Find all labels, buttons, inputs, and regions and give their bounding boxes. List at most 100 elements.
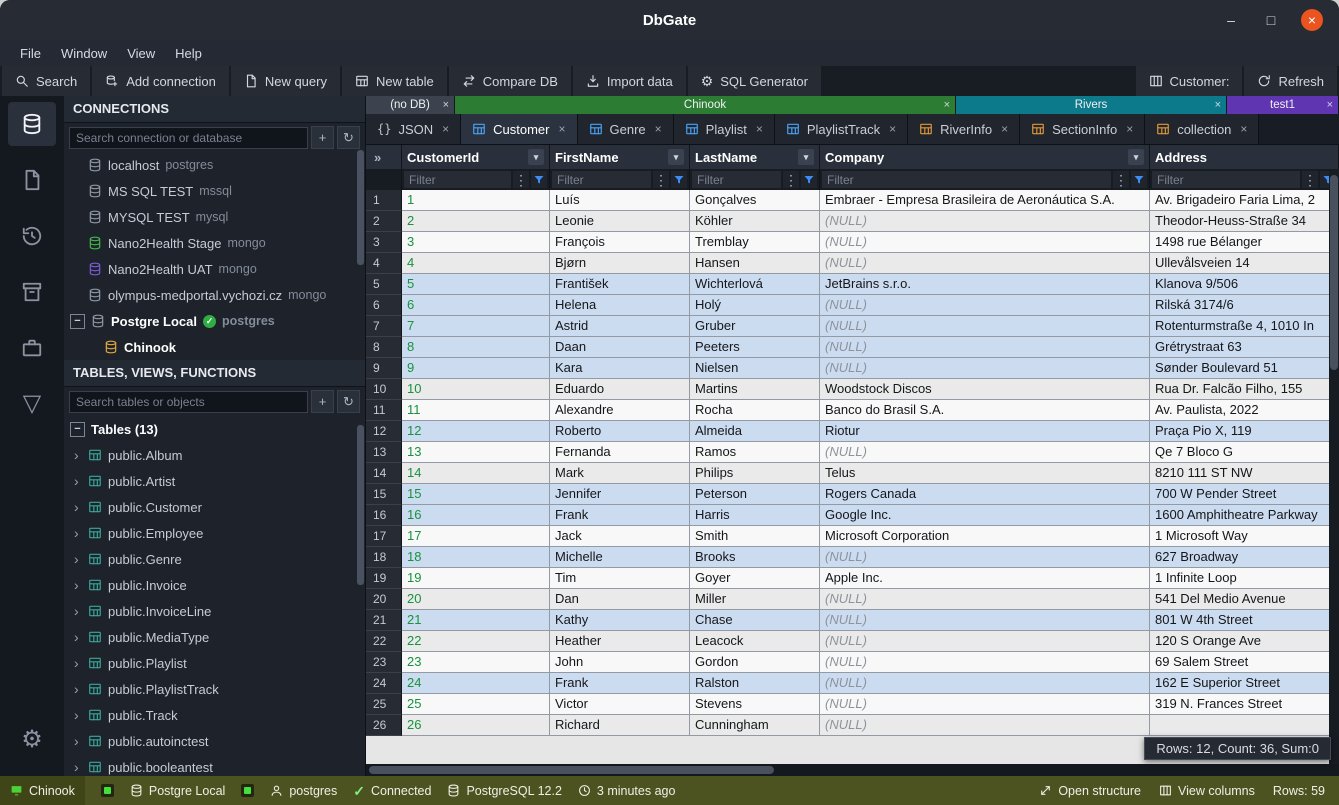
cell-company[interactable]: (NULL) [820, 358, 1150, 379]
row-number[interactable]: 21 [366, 610, 402, 631]
status-postgre-local[interactable]: Postgre Local [130, 784, 225, 798]
row-number[interactable]: 8 [366, 337, 402, 358]
cell-address[interactable]: Theodor-Heuss-Straße 34 [1150, 211, 1339, 232]
connection-item[interactable]: localhostpostgres [64, 152, 365, 178]
cell-customerid[interactable]: 6 [402, 295, 550, 316]
cell-customerid[interactable]: 15 [402, 484, 550, 505]
row-number[interactable]: 2 [366, 211, 402, 232]
cell-customerid[interactable]: 26 [402, 715, 550, 736]
expand-chevron-icon[interactable]: › [74, 733, 82, 749]
new-query-button[interactable]: New query [231, 66, 340, 96]
cell-customerid[interactable]: 10 [402, 379, 550, 400]
cell-address[interactable]: Praça Pio X, 119 [1150, 421, 1339, 442]
status-postgres[interactable]: postgres [270, 784, 337, 798]
connection-item[interactable]: Chinook [64, 334, 365, 360]
filter-input-firstname[interactable] [552, 171, 651, 188]
column-header-lastname[interactable]: LastName▾ [690, 145, 820, 169]
row-number[interactable]: 4 [366, 253, 402, 274]
row-number[interactable]: 23 [366, 652, 402, 673]
close-tab-icon[interactable]: × [655, 122, 662, 136]
column-header-firstname[interactable]: FirstName▾ [550, 145, 690, 169]
cell-address[interactable]: 162 E Superior Street [1150, 673, 1339, 694]
cell-firstname[interactable]: Fernanda [550, 442, 690, 463]
row-number[interactable]: 12 [366, 421, 402, 442]
cell-firstname[interactable]: Michelle [550, 547, 690, 568]
cell-firstname[interactable]: Eduardo [550, 379, 690, 400]
cell-customerid[interactable]: 20 [402, 589, 550, 610]
cell-company[interactable]: Banco do Brasil S.A. [820, 400, 1150, 421]
table-item[interactable]: ›public.PlaylistTrack [64, 676, 365, 702]
cell-address[interactable]: Av. Brigadeiro Faria Lima, 2 [1150, 190, 1339, 211]
table-item[interactable]: ›public.Invoice [64, 572, 365, 598]
cell-company[interactable]: Telus [820, 463, 1150, 484]
cell-lastname[interactable]: Almeida [690, 421, 820, 442]
import-data-button[interactable]: Import data [573, 66, 686, 96]
close-tab-icon[interactable]: × [1001, 122, 1008, 136]
cell-address[interactable]: 120 S Orange Ave [1150, 631, 1339, 652]
db-tab-rivers[interactable]: Rivers× [956, 96, 1227, 114]
cell-firstname[interactable]: Kara [550, 358, 690, 379]
expand-chevron-icon[interactable]: › [74, 707, 82, 723]
status-view-columns[interactable]: View columns [1159, 784, 1255, 798]
cell-address[interactable]: 69 Salem Street [1150, 652, 1339, 673]
cell-lastname[interactable]: Smith [690, 526, 820, 547]
cell-firstname[interactable]: Jack [550, 526, 690, 547]
cell-lastname[interactable]: Peterson [690, 484, 820, 505]
expand-chevron-icon[interactable]: › [74, 499, 82, 515]
status-rows-59[interactable]: Rows: 59 [1273, 784, 1325, 798]
row-number[interactable]: 1 [366, 190, 402, 211]
filter-funnel-icon[interactable] [531, 171, 547, 188]
row-number[interactable]: 24 [366, 673, 402, 694]
cell-customerid[interactable]: 11 [402, 400, 550, 421]
tab-json[interactable]: {}JSON× [366, 114, 461, 144]
cell-customerid[interactable]: 16 [402, 505, 550, 526]
expand-all-icon[interactable]: » [366, 145, 402, 169]
cell-address[interactable]: 8210 111 ST NW [1150, 463, 1339, 484]
table-item[interactable]: ›public.MediaType [64, 624, 365, 650]
close-tab-icon[interactable]: × [944, 99, 950, 111]
close-tab-icon[interactable]: × [1327, 99, 1333, 111]
tab-genre[interactable]: Genre× [578, 114, 674, 144]
row-number[interactable]: 14 [366, 463, 402, 484]
cell-address[interactable]: Av. Paulista, 2022 [1150, 400, 1339, 421]
cell-firstname[interactable]: Leonie [550, 211, 690, 232]
filter-input-company[interactable] [822, 171, 1111, 188]
menu-window[interactable]: Window [51, 40, 117, 66]
search-button[interactable]: Search [2, 66, 90, 96]
titlebar[interactable]: DbGate – □ × [0, 0, 1339, 40]
cell-address[interactable]: Klanova 9/506 [1150, 274, 1339, 295]
cell-lastname[interactable]: Brooks [690, 547, 820, 568]
cell-address[interactable]: 1600 Amphitheatre Parkway [1150, 505, 1339, 526]
table-item[interactable]: ›public.Track [64, 702, 365, 728]
column-header-customerid[interactable]: CustomerId▾ [402, 145, 550, 169]
cell-firstname[interactable]: Roberto [550, 421, 690, 442]
expand-chevron-icon[interactable]: › [74, 655, 82, 671]
row-number[interactable]: 17 [366, 526, 402, 547]
filter-menu-icon[interactable]: ⋮ [653, 171, 669, 188]
row-number[interactable]: 10 [366, 379, 402, 400]
table-item[interactable]: ›public.Artist [64, 468, 365, 494]
status-postgresql-12-2[interactable]: PostgreSQL 12.2 [447, 784, 561, 798]
cell-firstname[interactable]: Victor [550, 694, 690, 715]
filter-input-address[interactable] [1152, 171, 1300, 188]
cell-address[interactable]: 1 Infinite Loop [1150, 568, 1339, 589]
cell-company[interactable]: (NULL) [820, 211, 1150, 232]
cell-company[interactable]: JetBrains s.r.o. [820, 274, 1150, 295]
cell-lastname[interactable]: Philips [690, 463, 820, 484]
row-number[interactable]: 19 [366, 568, 402, 589]
column-menu-chevron-icon[interactable]: ▾ [528, 149, 544, 165]
connection-item[interactable]: olympus-medportal.vychozi.czmongo [64, 282, 365, 308]
tab-sectioninfo[interactable]: SectionInfo× [1020, 114, 1145, 144]
row-number[interactable]: 15 [366, 484, 402, 505]
cell-lastname[interactable]: Ramos [690, 442, 820, 463]
cell-address[interactable]: Grétrystraat 63 [1150, 337, 1339, 358]
cell-address[interactable]: 627 Broadway [1150, 547, 1339, 568]
cell-firstname[interactable]: François [550, 232, 690, 253]
sidebar-cell-data-button[interactable]: ▽ [8, 382, 56, 426]
column-menu-chevron-icon[interactable]: ▾ [1128, 149, 1144, 165]
cell-lastname[interactable]: Stevens [690, 694, 820, 715]
row-number[interactable]: 5 [366, 274, 402, 295]
cell-lastname[interactable]: Holý [690, 295, 820, 316]
expand-chevron-icon[interactable]: › [74, 681, 82, 697]
cell-company[interactable]: (NULL) [820, 547, 1150, 568]
